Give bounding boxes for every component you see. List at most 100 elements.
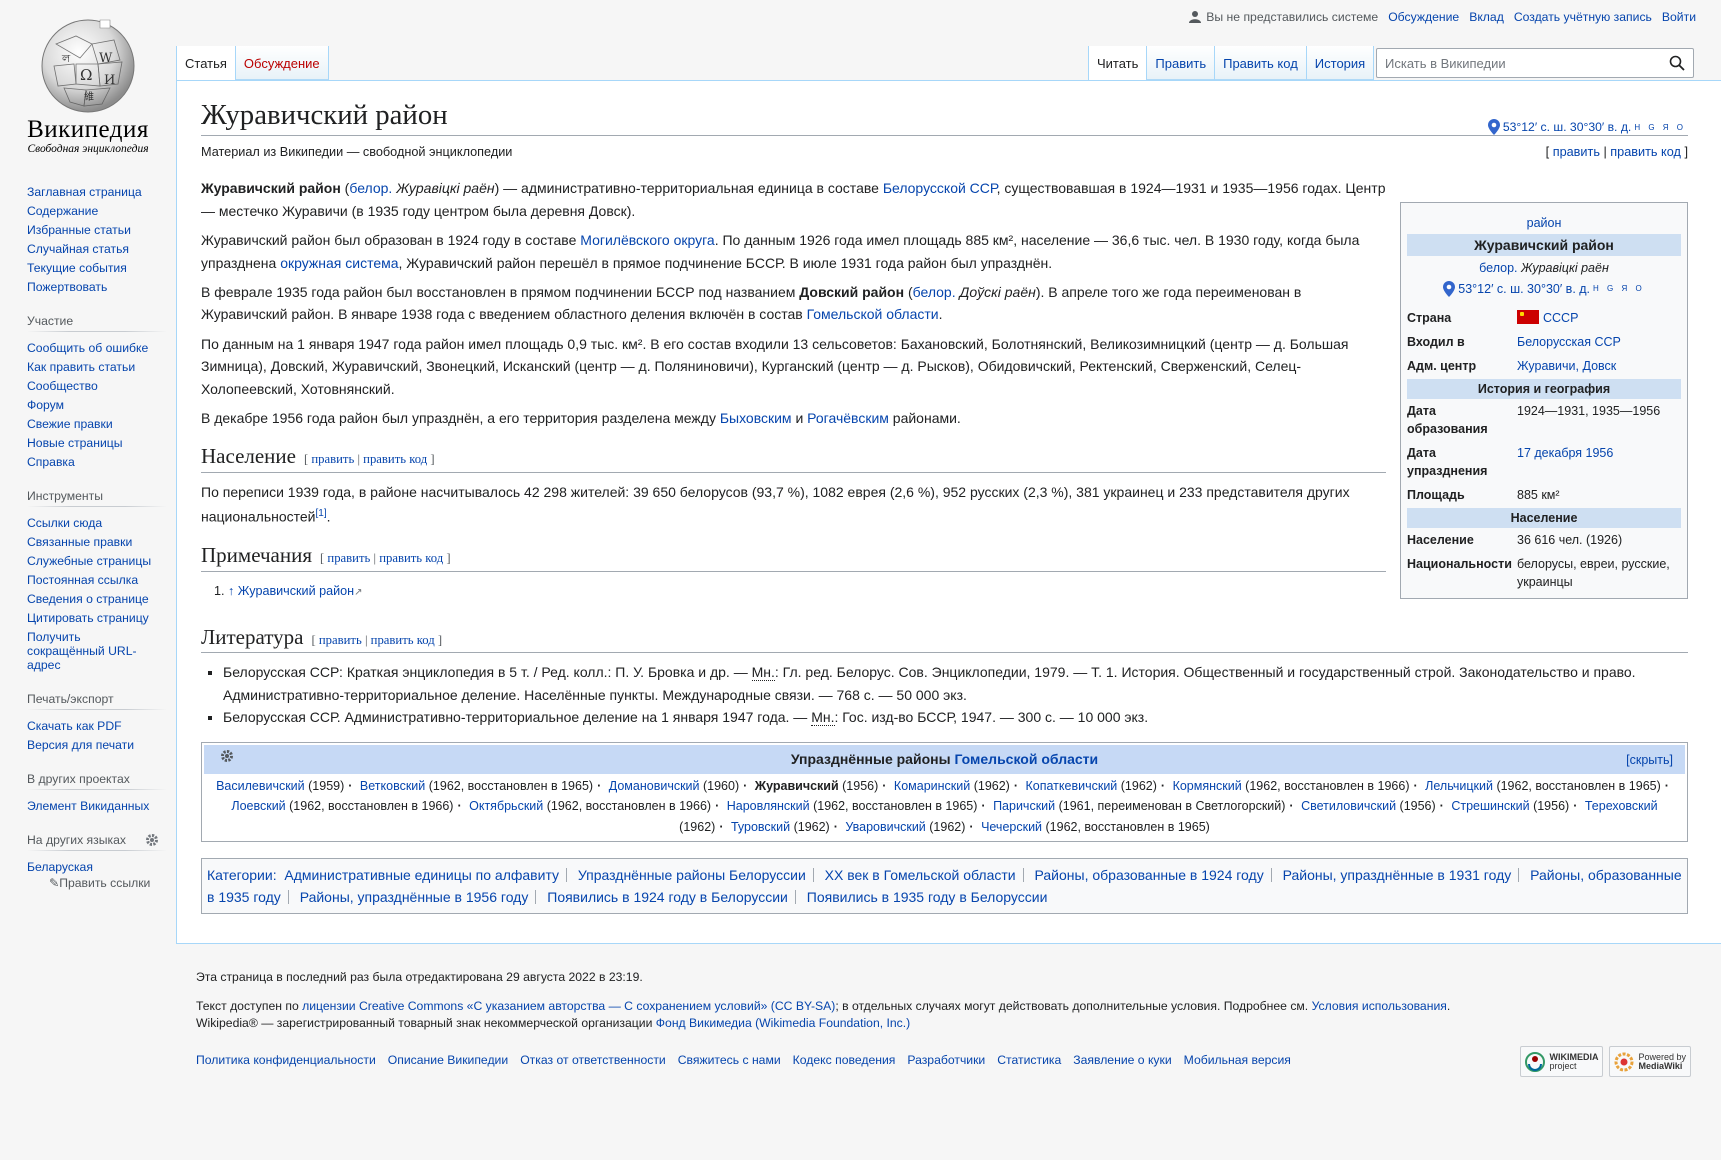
sidebar-item[interactable]: Версия для печати — [27, 738, 134, 752]
sidebar-item[interactable]: Связанные правки — [27, 535, 132, 549]
footer-link[interactable]: Описание Википедии — [388, 1053, 508, 1067]
gear-icon[interactable] — [220, 749, 234, 763]
sidebar-item[interactable]: Справка — [27, 455, 75, 469]
okrug-link[interactable]: Могилёвского округа — [580, 232, 714, 248]
sidebar-item[interactable]: Сообщество — [27, 379, 98, 393]
edit-link[interactable]: править — [1553, 145, 1600, 159]
tab-read[interactable]: Читать — [1088, 46, 1148, 80]
footer-link[interactable]: Свяжитесь с нами — [678, 1053, 781, 1067]
navbox-district-link[interactable]: Светиловичский — [1301, 799, 1396, 813]
infobox-country-link[interactable]: СССР — [1543, 311, 1578, 325]
sidebar-item[interactable]: Свежие правки — [27, 417, 113, 431]
navbox-district-link[interactable]: Чечерский — [981, 820, 1042, 834]
categories-label[interactable]: Категории: — [207, 867, 277, 883]
wikimedia-foundation-link[interactable]: Фонд Викимедиа (Wikimedia Foundation, In… — [656, 1016, 910, 1030]
navbox-hide-button[interactable]: [скрыть] — [1626, 749, 1673, 771]
infobox-date-link[interactable]: 17 декабря 1956 — [1517, 446, 1613, 460]
sidebar-item-featured[interactable]: Избранные статьи — [27, 223, 131, 237]
footer-link[interactable]: Статистика — [997, 1053, 1061, 1067]
okrug-system-link[interactable]: окружная система — [280, 255, 398, 271]
reference-item[interactable]: ↑ Журавичский район — [228, 584, 354, 598]
sidebar-item[interactable]: Сведения о странице — [27, 592, 149, 606]
navbox-district-link[interactable]: Кормянский — [1173, 779, 1242, 793]
login-link[interactable]: Войти — [1662, 10, 1696, 24]
navbox-district-link[interactable]: Октябрьский — [469, 799, 543, 813]
navbox-district-link[interactable]: Домановичский — [609, 779, 700, 793]
navbox-district-link[interactable]: Тереховский — [1585, 799, 1658, 813]
infobox-coordinates[interactable]: 53°12′ с. ш. 30°30′ в. д. — [1458, 280, 1590, 298]
sidebar-item-random[interactable]: Случайная статья — [27, 242, 129, 256]
section-edit-source-link[interactable]: править код — [363, 452, 427, 466]
sidebar-item[interactable]: Ссылки сюда — [27, 516, 102, 530]
section-edit-link[interactable]: править — [327, 551, 370, 565]
infobox-parent-link[interactable]: Белорусская ССР — [1517, 335, 1621, 349]
navbox-district-link[interactable]: Стрешинский — [1451, 799, 1529, 813]
contributions-link[interactable]: Вклад — [1469, 10, 1504, 24]
footer-link[interactable]: Разработчики — [907, 1053, 985, 1067]
tab-discussion[interactable]: Обсуждение — [235, 46, 329, 80]
sidebar-item-lang-be[interactable]: Беларуская — [27, 860, 93, 874]
navbox-district-link[interactable]: Комаринский — [894, 779, 970, 793]
infobox-coordinates-maps[interactable]: H G Я O — [1593, 284, 1645, 293]
lang-link[interactable]: белор. — [913, 284, 956, 300]
section-edit-source-link[interactable]: править код — [379, 551, 443, 565]
bssr-link[interactable]: Белорусской ССР — [883, 180, 997, 196]
sidebar-item[interactable]: Элемент Викиданных — [27, 799, 149, 813]
tab-edit-source[interactable]: Править код — [1215, 46, 1307, 80]
footer-link[interactable]: Отказ от ответственности — [520, 1053, 666, 1067]
navbox-district-link[interactable]: Копаткевичский — [1026, 779, 1118, 793]
navbox-district-link[interactable]: Туровский — [731, 820, 790, 834]
reference-link[interactable]: [1] — [316, 508, 327, 519]
gomel-region-link[interactable]: Гомельской области — [807, 306, 939, 322]
sidebar-item[interactable]: Постоянная ссылка — [27, 573, 138, 587]
footer-link[interactable]: Заявление о куки — [1073, 1053, 1171, 1067]
sidebar-item[interactable]: Получить сокращённый URL-адрес — [27, 630, 137, 672]
license-link[interactable]: лицензии Creative Commons «С указанием а… — [302, 999, 835, 1013]
sidebar-item[interactable]: Цитировать страницу — [27, 611, 149, 625]
tab-history[interactable]: История — [1306, 46, 1375, 80]
mediawiki-badge[interactable]: Powered by MediaWiki — [1609, 1046, 1691, 1077]
navbox-district-link[interactable]: Паричский — [993, 799, 1055, 813]
footer-link[interactable]: Мобильная версия — [1184, 1053, 1291, 1067]
category-link[interactable]: Районы, упразднённые в 1931 году — [1283, 867, 1527, 883]
footer-link[interactable]: Политика конфиденциальности — [196, 1053, 376, 1067]
category-link[interactable]: Районы, образованные в 1924 году — [1035, 867, 1279, 883]
terms-link[interactable]: Условия использования — [1312, 999, 1447, 1013]
sidebar-item-current-events[interactable]: Текущие события — [27, 261, 127, 275]
sidebar-item-main-page[interactable]: Заглавная страница — [27, 185, 142, 199]
gear-icon[interactable] — [145, 833, 159, 847]
sidebar-item-donate[interactable]: Пожертвовать — [27, 280, 107, 294]
sidebar-item[interactable]: Как править статьи — [27, 360, 135, 374]
search-icon[interactable] — [1669, 55, 1685, 71]
sidebar-item[interactable]: Новые страницы — [27, 436, 123, 450]
sidebar-item-contents[interactable]: Содержание — [27, 204, 98, 218]
infobox-lang-link[interactable]: белор. — [1479, 261, 1517, 275]
tab-article[interactable]: Статья — [176, 46, 236, 80]
wikimedia-project-badge[interactable]: WIKIMEDIA project — [1520, 1046, 1604, 1077]
navbox-district-link[interactable]: Ветковский — [360, 779, 425, 793]
navbox-district-link[interactable]: Лельчицкий — [1425, 779, 1493, 793]
category-link[interactable]: Появились в 1924 году в Белоруссии — [547, 889, 803, 905]
search-input[interactable]: Искать в Википедии — [1376, 48, 1694, 78]
footer-link[interactable]: Кодекс поведения — [793, 1053, 896, 1067]
sidebar-item[interactable]: Скачать как PDF — [27, 719, 122, 733]
edit-interlanguage-link[interactable]: Править ссылки — [59, 876, 150, 890]
infobox-center-link[interactable]: Журавичи, Довск — [1517, 359, 1616, 373]
category-link[interactable]: XX век в Гомельской области — [825, 867, 1031, 883]
navbox-district-link[interactable]: Лоевский — [231, 799, 285, 813]
section-edit-link[interactable]: править — [319, 633, 362, 647]
bykhov-link[interactable]: Быховским — [720, 410, 792, 426]
edit-source-link[interactable]: править код — [1610, 145, 1681, 159]
lang-link[interactable]: белор. — [349, 180, 392, 196]
coordinates-link[interactable]: 53°12′ с. ш. 30°30′ в. д. — [1503, 120, 1631, 134]
category-link[interactable]: Появились в 1935 году в Белоруссии — [807, 889, 1048, 905]
coordinates-maps[interactable]: H G Я O — [1634, 123, 1686, 132]
rogachev-link[interactable]: Рогачёвским — [807, 410, 889, 426]
talk-link[interactable]: Обсуждение — [1388, 10, 1459, 24]
wikipedia-logo[interactable]: Ω W И ল 維 Википедия Свободная энциклопед… — [18, 14, 158, 155]
sidebar-item[interactable]: Служебные страницы — [27, 554, 151, 568]
navbox-region-link[interactable]: Гомельской области — [954, 751, 1098, 767]
category-link[interactable]: Упразднённые районы Белоруссии — [578, 867, 821, 883]
create-account-link[interactable]: Создать учётную запись — [1514, 10, 1652, 24]
navbox-district-link[interactable]: Василевичский — [216, 779, 305, 793]
